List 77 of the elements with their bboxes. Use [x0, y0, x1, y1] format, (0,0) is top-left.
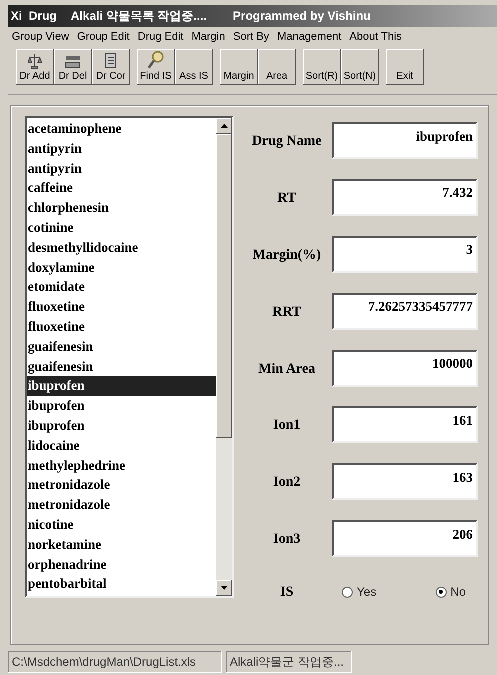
radio-button[interactable] — [436, 586, 447, 598]
search-icon — [148, 51, 164, 69]
list-item[interactable]: lidocaine — [27, 436, 216, 456]
status-panel: C:\Msdchem\drugMan\DrugList.xls — [8, 651, 222, 673]
list-item[interactable]: guaifenesin — [27, 336, 216, 357]
list-item[interactable]: chlorphenesin — [27, 198, 216, 218]
field-label: RT — [276, 190, 298, 208]
input-field[interactable]: ibuprofen — [332, 122, 478, 159]
toolbar-button[interactable]: Find IS — [137, 49, 175, 85]
radio-button[interactable] — [342, 586, 353, 598]
list-item[interactable]: desmethyllidocaine — [27, 238, 216, 258]
menu-item[interactable]: Drug Edit — [138, 28, 184, 46]
list-item[interactable]: metronidazole — [27, 495, 216, 515]
status-panel: Alkali약물군 작업중... — [226, 651, 352, 673]
field-label: RRT — [271, 304, 303, 322]
list-item[interactable]: ibuprofen — [27, 396, 216, 416]
up-arrow-icon — [220, 124, 228, 128]
input-field[interactable]: 3 — [332, 236, 478, 273]
input-field[interactable]: 161 — [332, 406, 478, 444]
field-label: Margin(%) — [252, 246, 322, 265]
list-item[interactable]: fluoxetine — [27, 297, 216, 317]
list-item[interactable]: metronidazole — [27, 475, 216, 496]
field-label: Ion1 — [272, 417, 302, 436]
list-item[interactable]: cotinine — [27, 218, 216, 238]
toolbar-button[interactable]: Exit — [386, 49, 424, 85]
list-item[interactable]: norketamine — [27, 534, 216, 555]
list-item[interactable]: ibuprofen — [27, 376, 216, 396]
list-item[interactable]: etomidate — [27, 277, 216, 298]
input-field[interactable]: 206 — [332, 520, 478, 558]
field-label: Drug Name — [251, 133, 323, 151]
scroll-thumb[interactable] — [216, 134, 232, 438]
list-item[interactable]: methylephedrine — [27, 456, 216, 476]
list-item[interactable]: fluoxetine — [27, 316, 216, 337]
input-field[interactable]: 100000 — [332, 350, 478, 387]
scroll-up-button[interactable] — [216, 118, 232, 134]
list-item[interactable]: orphenadrine — [27, 554, 216, 574]
toolbar-button[interactable]: Sort(R) — [303, 49, 341, 85]
window-title: Programmed by Vishinu — [233, 8, 371, 25]
window-title: Xi_Drug — [11, 8, 58, 25]
list-item[interactable]: antipyrin — [27, 138, 216, 159]
menu-item[interactable]: Margin — [192, 28, 226, 46]
toolbar-button[interactable]: Area — [258, 49, 296, 85]
document-icon — [105, 53, 117, 69]
window-title: Alkali 약물목록 작업중.... — [71, 8, 208, 25]
tray-icon — [65, 55, 81, 69]
field-label: IS — [279, 584, 295, 602]
scroll-down-button[interactable] — [216, 580, 232, 596]
toolbar-button[interactable]: Dr Cor — [92, 49, 130, 85]
list-item[interactable]: ibuprofen — [27, 416, 216, 436]
menu-item[interactable]: Group Edit — [77, 28, 130, 46]
menu-item[interactable]: Sort By — [233, 28, 270, 46]
menu-item[interactable]: Group View — [12, 28, 70, 46]
scrollbar[interactable] — [216, 118, 232, 596]
list-item[interactable]: caffeine — [27, 178, 216, 198]
toolbar-button[interactable]: Dr Del — [54, 49, 92, 85]
menu-item[interactable]: About This — [350, 28, 402, 46]
input-field[interactable]: 163 — [332, 463, 478, 500]
field-label: Ion2 — [272, 474, 302, 492]
toolbar-button[interactable]: Dr Add — [16, 49, 54, 85]
input-field[interactable]: 7.26257335457777 — [332, 292, 478, 330]
input-field[interactable]: 7.432 — [332, 178, 478, 216]
radio-option[interactable]: Yes — [342, 583, 377, 602]
field-label: Ion3 — [272, 531, 302, 550]
list-item[interactable]: guaifenesin — [27, 356, 216, 376]
scale-icon — [28, 53, 42, 69]
list-item[interactable]: antipyrin — [27, 158, 216, 178]
toolbar-button[interactable]: Sort(N) — [341, 49, 379, 85]
list-item[interactable]: acetaminophene — [27, 119, 216, 139]
toolbar-button[interactable]: Margin — [220, 49, 258, 85]
down-arrow-icon — [220, 586, 228, 590]
list-item[interactable]: pentobarbital — [27, 574, 216, 594]
list-item[interactable]: doxylamine — [27, 258, 216, 278]
toolbar-button[interactable]: Ass IS — [175, 49, 213, 85]
list-item[interactable]: nicotine — [27, 514, 216, 535]
menu-item[interactable]: Management — [277, 28, 342, 46]
field-label: Min Area — [258, 360, 316, 379]
radio-option[interactable]: No — [436, 583, 466, 602]
